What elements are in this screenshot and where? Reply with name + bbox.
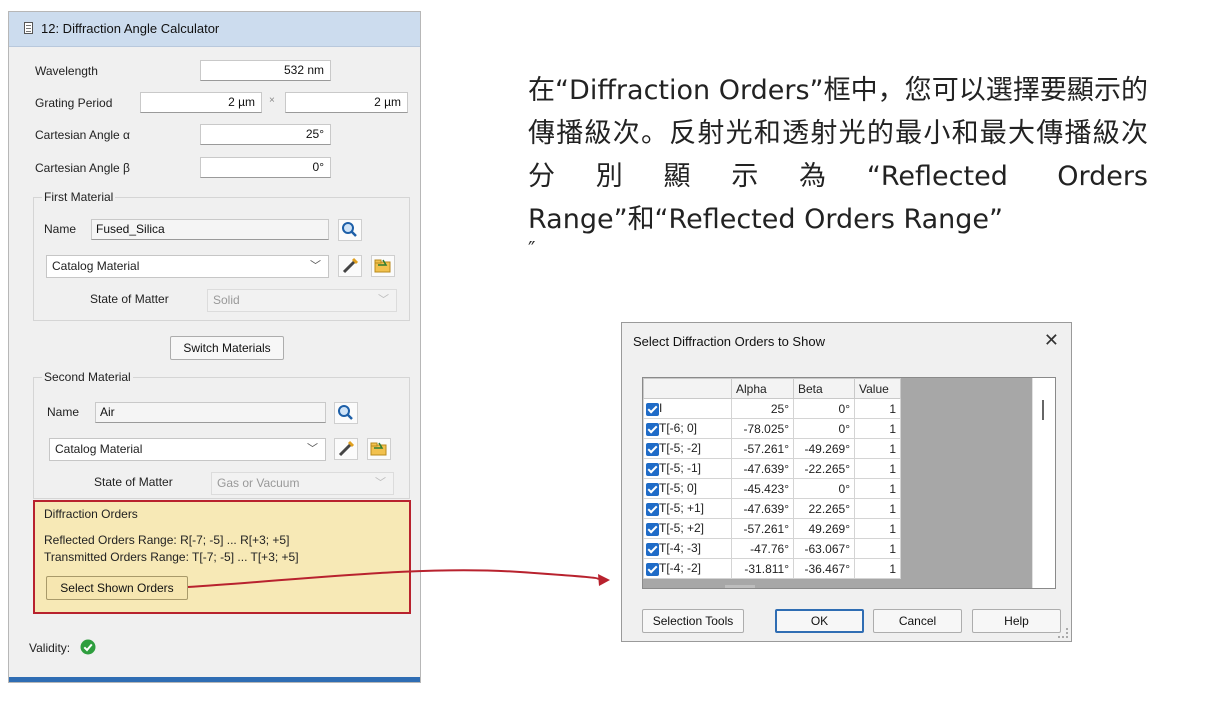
value-cell[interactable]: 1 xyxy=(854,518,901,539)
column-header-label xyxy=(643,378,732,399)
beta-cell[interactable]: 0° xyxy=(793,398,855,419)
column-header-value[interactable]: Value xyxy=(854,378,901,399)
column-header-beta[interactable]: Beta xyxy=(793,378,855,399)
table-row[interactable]: T[-4; -2] -31.811° -36.467° 1 xyxy=(643,558,901,579)
selection-tools-button[interactable]: Selection Tools xyxy=(642,609,744,633)
order-label: T[-4; -2] xyxy=(659,561,702,575)
grid-vertical-scrollbar[interactable] xyxy=(1032,378,1055,588)
checkbox-checked-icon[interactable] xyxy=(646,503,659,516)
value-cell[interactable]: 1 xyxy=(854,398,901,419)
beta-cell[interactable]: 0° xyxy=(793,418,855,439)
checkbox-checked-icon[interactable] xyxy=(646,483,659,496)
value-cell[interactable]: 1 xyxy=(854,438,901,459)
order-label: T[-4; -3] xyxy=(659,541,702,555)
table-row[interactable]: T[-4; -3] -47.76° -63.067° 1 xyxy=(643,538,901,559)
table-row[interactable]: T[-6; 0] -78.025° 0° 1 xyxy=(643,418,901,439)
order-label: T[-5; -2] xyxy=(659,441,702,455)
beta-cell[interactable]: 49.269° xyxy=(793,518,855,539)
order-cell[interactable]: T[-5; +2] xyxy=(643,518,732,539)
order-cell[interactable]: T[-5; +1] xyxy=(643,498,732,519)
order-label: T[-5; +1] xyxy=(659,501,705,515)
ok-button[interactable]: OK xyxy=(775,609,864,633)
value-cell[interactable]: 1 xyxy=(854,538,901,559)
order-cell[interactable]: T[-6; 0] xyxy=(643,418,732,439)
value-cell[interactable]: 1 xyxy=(854,478,901,499)
table-row[interactable]: T[-5; -2] -57.261° -49.269° 1 xyxy=(643,438,901,459)
checkbox-checked-icon[interactable] xyxy=(646,543,659,556)
close-icon[interactable]: ✕ xyxy=(1044,330,1059,351)
checkbox-checked-icon[interactable] xyxy=(646,423,659,436)
order-cell[interactable]: I xyxy=(643,398,732,419)
help-button[interactable]: Help xyxy=(972,609,1061,633)
beta-cell[interactable]: 22.265° xyxy=(793,498,855,519)
alpha-cell[interactable]: -78.025° xyxy=(731,418,794,439)
orders-grid: Alpha Beta Value I 25° 0° 1 T[-6; 0] -78.025°… xyxy=(642,377,1056,589)
value-cell[interactable]: 1 xyxy=(854,458,901,479)
checkbox-checked-icon[interactable] xyxy=(646,463,659,476)
order-label: T[-5; 0] xyxy=(659,481,698,495)
alpha-cell[interactable]: 25° xyxy=(731,398,794,419)
value-cell[interactable]: 1 xyxy=(854,498,901,519)
beta-cell[interactable]: -36.467° xyxy=(793,558,855,579)
value-cell[interactable]: 1 xyxy=(854,558,901,579)
alpha-cell[interactable]: -47.639° xyxy=(731,458,794,479)
table-row[interactable]: T[-5; -1] -47.639° -22.265° 1 xyxy=(643,458,901,479)
table-header-row: Alpha Beta Value xyxy=(643,378,901,399)
scrollbar-thumb[interactable] xyxy=(1042,400,1044,420)
cancel-button[interactable]: Cancel xyxy=(873,609,962,633)
beta-cell[interactable]: 0° xyxy=(793,478,855,499)
table-row[interactable]: T[-5; +2] -57.261° 49.269° 1 xyxy=(643,518,901,539)
alpha-cell[interactable]: -45.423° xyxy=(731,478,794,499)
order-label: T[-5; +2] xyxy=(659,521,705,535)
order-label: T[-6; 0] xyxy=(659,421,698,435)
alpha-cell[interactable]: -57.261° xyxy=(731,438,794,459)
checkbox-checked-icon[interactable] xyxy=(646,443,659,456)
value-cell[interactable]: 1 xyxy=(854,418,901,439)
table-row[interactable]: T[-5; +1] -47.639° 22.265° 1 xyxy=(643,498,901,519)
grid-horizontal-scrollbar[interactable] xyxy=(725,585,755,588)
orders-table: Alpha Beta Value I 25° 0° 1 T[-6; 0] -78.025°… xyxy=(643,378,901,579)
alpha-cell[interactable]: -47.639° xyxy=(731,498,794,519)
order-label: T[-5; -1] xyxy=(659,461,702,475)
dialog-title: Select Diffraction Orders to Show xyxy=(633,334,825,349)
order-label: I xyxy=(659,401,663,415)
alpha-cell[interactable]: -31.811° xyxy=(731,558,794,579)
table-row[interactable]: T[-5; 0] -45.423° 0° 1 xyxy=(643,478,901,499)
checkbox-checked-icon[interactable] xyxy=(646,403,659,416)
beta-cell[interactable]: -22.265° xyxy=(793,458,855,479)
beta-cell[interactable]: -63.067° xyxy=(793,538,855,559)
alpha-cell[interactable]: -47.76° xyxy=(731,538,794,559)
order-cell[interactable]: T[-5; -1] xyxy=(643,458,732,479)
select-diffraction-orders-dialog: Select Diffraction Orders to Show ✕ Alph… xyxy=(621,322,1072,642)
column-header-alpha[interactable]: Alpha xyxy=(731,378,794,399)
order-cell[interactable]: T[-5; 0] xyxy=(643,478,732,499)
alpha-cell[interactable]: -57.261° xyxy=(731,518,794,539)
checkbox-checked-icon[interactable] xyxy=(646,523,659,536)
order-cell[interactable]: T[-4; -3] xyxy=(643,538,732,559)
order-cell[interactable]: T[-4; -2] xyxy=(643,558,732,579)
table-row[interactable]: I 25° 0° 1 xyxy=(643,398,901,419)
order-cell[interactable]: T[-5; -2] xyxy=(643,438,732,459)
checkbox-checked-icon[interactable] xyxy=(646,563,659,576)
beta-cell[interactable]: -49.269° xyxy=(793,438,855,459)
resize-grip[interactable] xyxy=(1058,628,1068,638)
